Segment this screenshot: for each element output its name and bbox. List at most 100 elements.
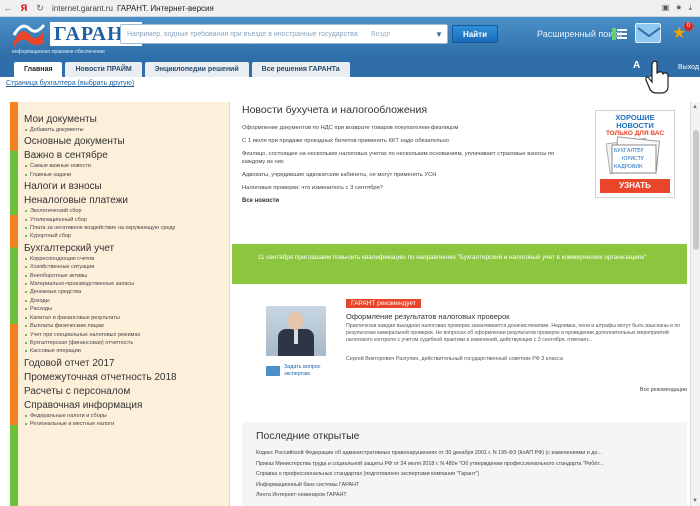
download-icon[interactable]: ⤓ [688, 3, 692, 13]
browser-toolbar: ← Я ↻ internet.garant.ru ГАРАНТ. Интернет… [0, 0, 700, 17]
latest-item[interactable]: Приказ Министерства труда и социальной з… [256, 459, 681, 470]
latest-title: Последние открытые [256, 430, 360, 442]
latest-item[interactable]: Кодекс Российской Федерации об администр… [256, 448, 681, 459]
sidebar-item[interactable]: Капитал и финансовые результаты [24, 314, 229, 322]
search-box: Например, водные требования при въезде в… [120, 24, 448, 44]
advanced-search-link[interactable]: Расширенный поиск [537, 29, 622, 39]
sidebar-item[interactable]: Федеральные налоги и сборы [24, 412, 229, 420]
photo-head-shape [288, 312, 303, 330]
latest-item[interactable]: Лента Интернет-семинаров ГАРАНТ [256, 490, 681, 501]
all-news-link[interactable]: Все новости [242, 198, 687, 204]
sidebar-item[interactable]: Материально-производственные запасы [24, 280, 229, 288]
sidebar-section[interactable]: Промежуточная отчетность 2018 [24, 372, 229, 384]
bookmark-star-icon[interactable]: ★ [675, 3, 682, 13]
yandex-icon[interactable]: Я [16, 3, 32, 13]
sidebar-item[interactable]: Курортный сбор [24, 232, 229, 240]
sidebar-item[interactable]: Бухгалтерская (финансовая) отчетность [24, 339, 229, 347]
tab-all-solutions[interactable]: Все решения ГАРАНТа [251, 62, 350, 77]
photo-shirt-shape [294, 330, 298, 344]
news-item[interactable]: Оформление документов по НДС при возврат… [242, 122, 572, 135]
font-size-control[interactable]: A [633, 60, 640, 71]
breadcrumb[interactable]: Страница бухгалтера (выбрать другую) [6, 80, 134, 87]
sidebar-nav: Мои документы Добавить документы Основные … [24, 112, 229, 429]
sidebar-section[interactable]: Неналоговые платежи [24, 195, 229, 207]
all-recommendations-link[interactable]: Все рекомендации [640, 387, 687, 393]
scroll-thumb[interactable] [693, 130, 699, 250]
search-input[interactable]: Например, водные требования при въезде в… [121, 31, 371, 38]
tabs-icon[interactable]: ▣ [662, 3, 670, 13]
newspapers-icon: БУХГАЛТЕР ЮРИСТУ КАДРОВИК [606, 136, 661, 175]
page-title-text: ГАРАНТ. Интернет-версия [116, 3, 214, 13]
sidebar-item[interactable]: Доходы [24, 297, 229, 305]
sidebar-item[interactable]: Корреспонденция счетов [24, 255, 229, 263]
recommend-text: Практически каждая выездная налоговая пр… [346, 323, 681, 343]
back-icon[interactable]: ← [0, 3, 16, 13]
mail-icon[interactable] [635, 23, 661, 43]
recommend-title[interactable]: Оформление результатов налоговых проверо… [346, 312, 509, 321]
sidebar-item[interactable]: Региональные и местные налоги [24, 420, 229, 428]
latest-item[interactable]: Справка о профессиональных стандартах (п… [256, 469, 681, 480]
sidebar-item[interactable]: Внеоборотные активы [24, 272, 229, 280]
site-header: ГАРАНТ информационно-правовое обеспечени… [0, 17, 700, 57]
paper-label: БУХГАЛТЕР [614, 148, 643, 154]
sidebar-item[interactable]: Добавить документы [24, 126, 229, 134]
sidebar-item[interactable]: Расходы [24, 305, 229, 313]
garant-logo-icon [12, 24, 46, 47]
sidebar-section[interactable]: Годовой отчет 2017 [24, 358, 229, 370]
sidebar-item[interactable]: Самые важные новости [24, 162, 229, 170]
garant-page: ← Я ↻ internet.garant.ru ГАРАНТ. Интернет… [0, 0, 700, 506]
sidebar-item[interactable]: Денежные средства [24, 288, 229, 296]
news-item[interactable]: Налоговые проверки: что изменилось с 3 с… [242, 182, 572, 195]
sidebar-item[interactable]: Главные задачи [24, 171, 229, 179]
browser-actions: ▣ ★ ⤓ [662, 3, 700, 13]
address-bar[interactable]: internet.garant.ru ГАРАНТ. Интернет-верси… [52, 4, 214, 13]
promo-button[interactable]: УЗНАТЬ [600, 179, 670, 193]
chevron-down-icon[interactable]: ▼ [431, 25, 447, 43]
sidebar-item[interactable]: Хозяйственные ситуации [24, 263, 229, 271]
sidebar-section[interactable]: Важно в сентябре [24, 150, 229, 162]
sidebar-section[interactable]: Справочная информация [24, 400, 229, 412]
paper-label: КАДРОВИК [614, 164, 643, 170]
search-scope[interactable]: Везде [371, 31, 431, 38]
latest-item[interactable]: Информационный банк системы ГАРАНТ [256, 480, 681, 491]
sidebar-item[interactable]: Выплаты физическим лицам [24, 322, 229, 330]
sidebar-item[interactable]: Кассовые операции [24, 347, 229, 355]
sidebar-section[interactable]: Бухгалтерский учет [24, 243, 229, 255]
news-item[interactable]: С 1 июля при продаже проездных билетов п… [242, 135, 572, 148]
ask-expert-link[interactable]: Задать вопрос экспертам [266, 364, 324, 378]
scroll-up-icon[interactable]: ▲ [692, 104, 698, 110]
sidebar-section[interactable]: Мои документы [24, 114, 229, 126]
paper-label: ЮРИСТУ [622, 156, 644, 162]
tab-news-prime[interactable]: Новости ПРАЙМ [65, 62, 142, 77]
find-button[interactable]: Найти [452, 25, 498, 43]
logo-tagline: информационно-правовое обеспечение [12, 49, 105, 55]
scrollbar[interactable]: ▲ ▼ [690, 102, 700, 506]
tab-home[interactable]: Главная [14, 62, 63, 77]
main-tabs: Главная Новости ПРАЙМ Энциклопедии решен… [0, 57, 700, 77]
sidebar-accent-bar [10, 102, 18, 506]
recommend-badge: ГАРАНТ рекомендует [346, 299, 421, 308]
tab-encyclopedias[interactable]: Энциклопедии решений [144, 62, 249, 77]
expert-photo [266, 306, 326, 356]
ask-expert-label: Задать вопрос экспертам [284, 364, 321, 377]
promo-banner[interactable]: ХОРОШИЕ НОВОСТИ ТОЛЬКО ДЛЯ ВАС БУХГАЛТЕР… [595, 110, 675, 198]
sidebar-item[interactable]: Утилизационный сбор [24, 216, 229, 224]
promo-title: ХОРОШИЕ НОВОСТИ [615, 113, 655, 130]
sidebar-section[interactable]: Основные документы [24, 136, 229, 148]
sidebar-item[interactable]: Экологический сбор [24, 207, 229, 215]
main-content: Новости бухучета и налогообложения Оформ… [232, 104, 687, 506]
refresh-icon[interactable]: ↻ [32, 3, 48, 14]
scroll-down-icon[interactable]: ▼ [692, 498, 698, 504]
news-item[interactable]: Физлицо, состоящее на нескольких налогов… [242, 150, 572, 166]
exit-link[interactable]: Выход [678, 64, 699, 71]
webinar-banner[interactable]: 11 сентября приглашаем повысить квалифик… [232, 244, 687, 284]
chat-icon [266, 366, 280, 376]
advanced-search-icon[interactable] [612, 28, 628, 40]
sidebar-item[interactable]: Плата за негативное воздействие на окруж… [24, 224, 229, 232]
sidebar-section[interactable]: Налоги и взносы [24, 181, 229, 193]
sidebar-section[interactable]: Расчеты с персоналом [24, 386, 229, 398]
recommend-block: ГАРАНТ рекомендует Оформление результато… [242, 294, 687, 406]
recommend-author: Сергей Викторович Разгулин, действительн… [346, 356, 563, 362]
sidebar-item[interactable]: Учет при специальных налоговых режимах [24, 331, 229, 339]
news-item[interactable]: Адвокаты, учредившие адвокатские кабинет… [242, 169, 572, 182]
